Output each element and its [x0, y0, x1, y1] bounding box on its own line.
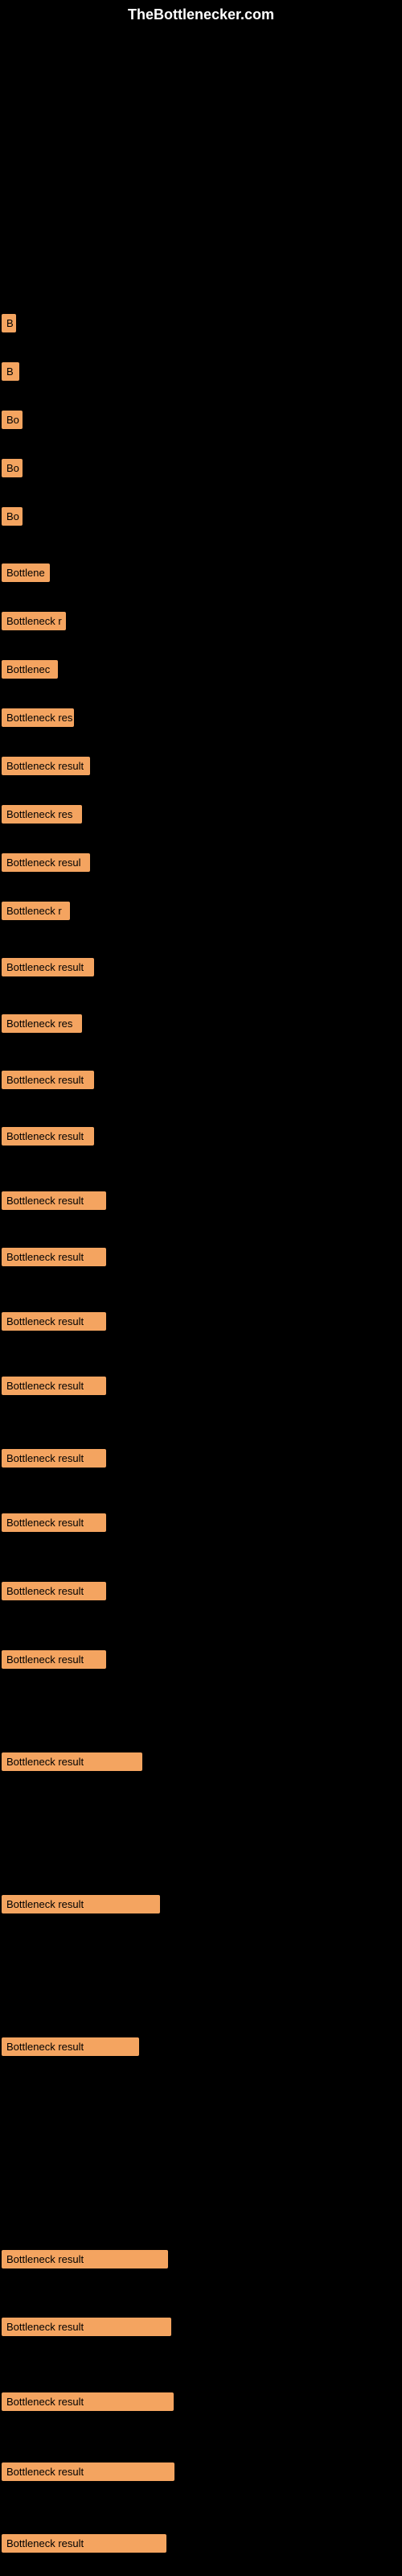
bottleneck-result-item: Bottleneck result — [2, 757, 90, 775]
bottleneck-result-item: Bottleneck result — [2, 1650, 106, 1669]
bottleneck-result-item: Bottleneck result — [2, 958, 94, 976]
bottleneck-result-item: Bottleneck result — [2, 1752, 142, 1771]
bottleneck-result-item: Bo — [2, 507, 23, 526]
bottleneck-result-item: Bottleneck result — [2, 1071, 94, 1089]
bottleneck-result-item: Bottleneck result — [2, 2318, 171, 2336]
bottleneck-result-item: Bottleneck result — [2, 2462, 174, 2481]
bottleneck-result-item: Bottleneck result — [2, 1127, 94, 1146]
bottleneck-result-item: Bottleneck res — [2, 805, 82, 824]
bottleneck-result-item: Bottleneck result — [2, 2392, 174, 2411]
bottleneck-result-item: Bo — [2, 411, 23, 429]
bottleneck-result-item: Bottleneck result — [2, 1449, 106, 1468]
bottleneck-result-item: Bottleneck r — [2, 612, 66, 630]
bottleneck-result-item: Bottlenec — [2, 660, 58, 679]
site-title: TheBottlenecker.com — [128, 6, 274, 23]
bottleneck-result-item: Bottleneck result — [2, 1895, 160, 1913]
bottleneck-result-item: Bottleneck res — [2, 1014, 82, 1033]
bottleneck-result-item: Bottleneck res — [2, 708, 74, 727]
bottleneck-result-item: Bottleneck r — [2, 902, 70, 920]
bottleneck-result-item: Bottleneck result — [2, 2037, 139, 2056]
bottleneck-result-item: Bottleneck result — [2, 1377, 106, 1395]
bottleneck-result-item: Bottleneck result — [2, 2250, 168, 2268]
bottleneck-result-item: B — [2, 314, 16, 332]
bottleneck-result-item: Bottleneck result — [2, 1582, 106, 1600]
bottleneck-result-item: B — [2, 362, 19, 381]
bottleneck-result-item: Bo — [2, 459, 23, 477]
bottleneck-result-item: Bottleneck result — [2, 1513, 106, 1532]
bottleneck-result-item: Bottleneck result — [2, 1191, 106, 1210]
bottleneck-result-item: Bottleneck result — [2, 1312, 106, 1331]
bottleneck-result-item: Bottleneck resul — [2, 853, 90, 872]
bottleneck-result-item: Bottlene — [2, 564, 50, 582]
bottleneck-result-item: Bottleneck result — [2, 2534, 166, 2553]
bottleneck-result-item: Bottleneck result — [2, 1248, 106, 1266]
